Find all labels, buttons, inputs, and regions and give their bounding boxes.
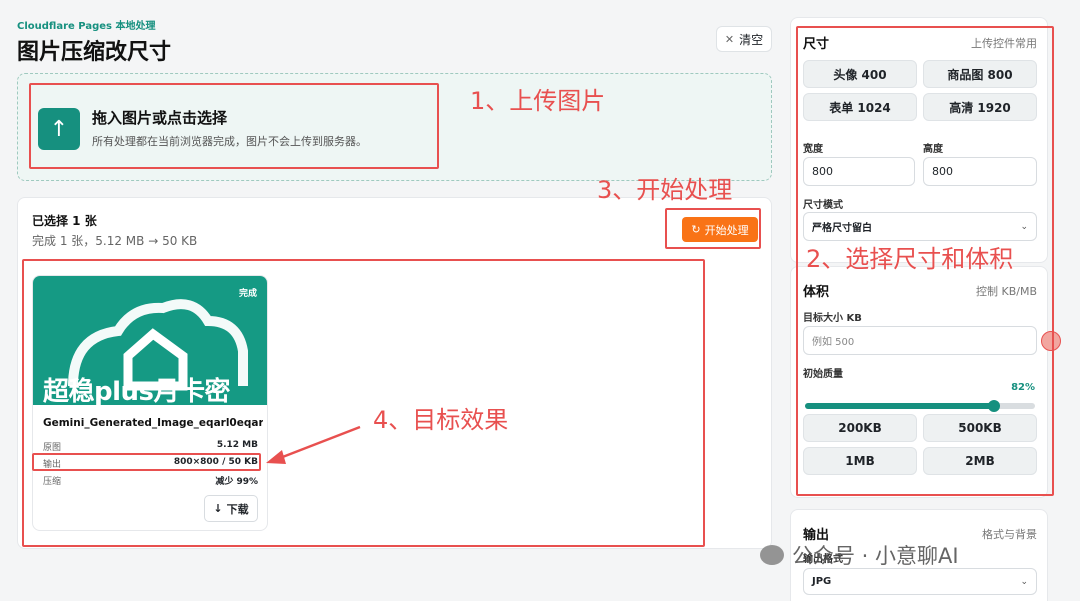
wechat-icon xyxy=(760,545,784,565)
target-1mb-button[interactable]: 1MB xyxy=(803,447,917,475)
height-label: 高度 xyxy=(923,144,943,155)
quality-slider[interactable] xyxy=(805,400,1035,412)
size-hint: 上传控件常用 xyxy=(971,37,1037,50)
floating-helper-icon[interactable] xyxy=(1041,331,1061,351)
mode-select[interactable]: 严格尺寸留白 ⌄ xyxy=(803,212,1037,241)
upload-description: 所有处理都在当前浏览器完成，图片不会上传到服务器。 xyxy=(92,135,367,148)
quality-label: 初始质量 xyxy=(803,369,843,380)
row-value: 减少 99% xyxy=(215,477,258,487)
row-label: 原图 xyxy=(43,443,62,453)
output-hint: 格式与背景 xyxy=(982,528,1037,541)
result-row: 原图 5.12 MB xyxy=(43,440,258,453)
volume-hint: 控制 KB/MB xyxy=(976,285,1037,298)
mode-label: 尺寸模式 xyxy=(803,200,843,211)
chevron-down-icon: ⌄ xyxy=(1020,221,1028,232)
upload-arrow-icon: ↑ xyxy=(38,108,80,150)
volume-panel: 体积 控制 KB/MB 目标大小 KB 例如 500 初始质量 82% 200K… xyxy=(790,266,1048,498)
result-row: 输出 800×800 / 50 KB xyxy=(43,457,258,470)
watermark: 公众号 · 小意聊AI xyxy=(760,540,959,570)
result-badge: 完成 xyxy=(238,289,257,299)
target-size-input[interactable]: 例如 500 xyxy=(803,326,1037,355)
annotation-label-result: 4、目标效果 xyxy=(373,406,509,434)
upload-title: 拖入图片或点击选择 xyxy=(92,109,228,127)
brand-label: Cloudflare Pages 本地处理 xyxy=(17,21,156,32)
refresh-icon: ↻ xyxy=(691,223,701,236)
upload-dropzone[interactable]: ↑ 拖入图片或点击选择 所有处理都在当前浏览器完成，图片不会上传到服务器。 xyxy=(17,73,772,181)
volume-title: 体积 xyxy=(803,285,830,300)
page-title: 图片压缩改尺寸 xyxy=(17,40,172,65)
quality-value: 82% xyxy=(1011,382,1035,393)
width-label: 宽度 xyxy=(803,144,823,155)
target-size-placeholder: 例如 500 xyxy=(812,337,855,348)
clear-label: 清空 xyxy=(739,32,764,47)
start-label: 开始处理 xyxy=(704,223,749,237)
height-input[interactable]: 800 xyxy=(923,157,1037,186)
target-size-label: 目标大小 KB xyxy=(803,313,862,324)
download-label: 下载 xyxy=(226,502,249,516)
target-2mb-button[interactable]: 2MB xyxy=(923,447,1037,475)
download-button[interactable]: ↓ 下载 xyxy=(204,495,258,522)
size-title: 尺寸 xyxy=(803,37,830,52)
format-select[interactable]: JPG ⌄ xyxy=(803,568,1037,595)
result-filename: Gemini_Generated_Image_eqarl0eqar... xyxy=(43,417,263,429)
annotation-arrow xyxy=(266,425,361,464)
preset-hd-button[interactable]: 高清 1920 xyxy=(923,93,1037,121)
row-value: 800×800 / 50 KB xyxy=(173,457,258,467)
annotation-label-start: 3、开始处理 xyxy=(597,176,733,204)
target-500kb-button[interactable]: 500KB xyxy=(923,414,1037,442)
mode-value: 严格尺寸留白 xyxy=(812,223,872,234)
result-thumbnail: 完成 超稳plus月卡密 xyxy=(33,276,267,405)
quality-slider-thumb[interactable] xyxy=(987,400,1000,412)
annotation-label-settings: 2、选择尺寸和体积 xyxy=(806,245,1014,273)
target-200kb-button[interactable]: 200KB xyxy=(803,414,917,442)
row-value: 5.12 MB xyxy=(216,440,258,450)
width-input[interactable]: 800 xyxy=(803,157,915,186)
quality-slider-fill xyxy=(805,403,994,409)
watermark-text: 公众号 · 小意聊AI xyxy=(792,544,959,568)
size-panel: 尺寸 上传控件常用 头像 400 商品图 800 表单 1024 高清 1920… xyxy=(790,17,1048,263)
row-label: 压缩 xyxy=(43,477,62,487)
result-card: 完成 超稳plus月卡密 Gemini_Generated_Image_eqar… xyxy=(32,275,268,531)
format-value: JPG xyxy=(812,576,832,587)
row-label: 输出 xyxy=(43,460,62,470)
result-row: 压缩 减少 99% xyxy=(43,474,258,487)
annotation-label-upload: 1、上传图片 xyxy=(470,87,606,115)
selection-summary: 完成 1 张，5.12 MB → 50 KB xyxy=(32,234,198,248)
preset-avatar-button[interactable]: 头像 400 xyxy=(803,60,917,88)
clear-button[interactable]: ✕ 清空 xyxy=(716,26,772,52)
download-icon: ↓ xyxy=(213,502,223,515)
preset-product-button[interactable]: 商品图 800 xyxy=(923,60,1037,88)
start-button[interactable]: ↻ 开始处理 xyxy=(682,217,758,242)
selection-count: 已选择 1 张 xyxy=(32,214,97,228)
thumbnail-overlay-text: 超稳plus月卡密 xyxy=(43,377,231,405)
selection-card: 已选择 1 张 完成 1 张，5.12 MB → 50 KB ↻ 开始处理 完成… xyxy=(17,197,772,549)
preset-form-button[interactable]: 表单 1024 xyxy=(803,93,917,121)
close-icon: ✕ xyxy=(724,32,735,46)
chevron-down-icon: ⌄ xyxy=(1020,576,1028,587)
